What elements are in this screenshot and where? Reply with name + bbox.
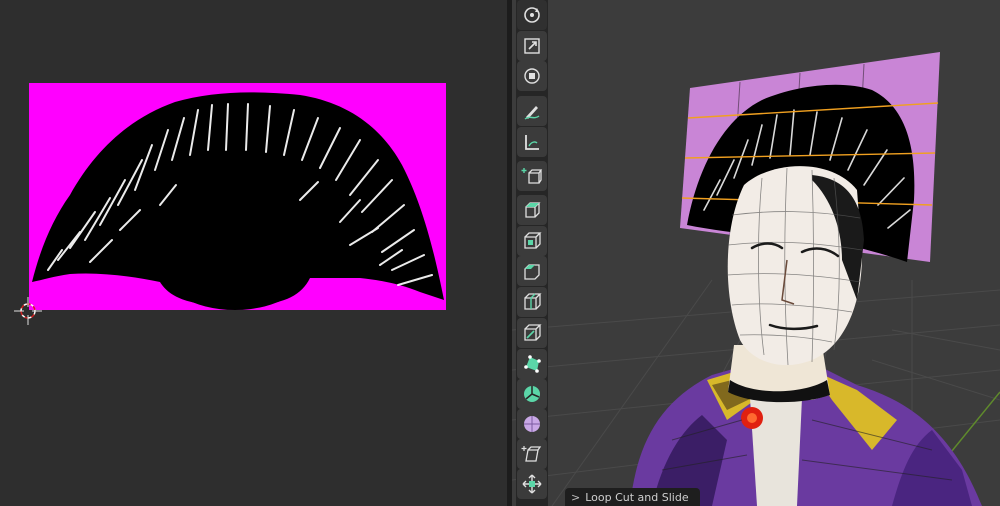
loop-cut-icon xyxy=(524,293,542,310)
shear-tool-button[interactable] xyxy=(517,439,547,469)
transform-tool-button[interactable] xyxy=(517,61,547,91)
poly-build-icon xyxy=(524,355,541,373)
transform-icon xyxy=(524,68,540,84)
knife-icon xyxy=(524,324,542,341)
bevel-icon xyxy=(524,264,540,280)
shear-icon xyxy=(521,446,542,462)
character-head[interactable] xyxy=(726,166,864,366)
inset-faces-tool-button[interactable] xyxy=(517,226,547,256)
annotate-icon xyxy=(524,106,540,120)
shrink-fatten-icon xyxy=(522,474,542,494)
add-cube-icon xyxy=(521,168,543,184)
extrude-icon xyxy=(525,202,541,218)
smooth-icon xyxy=(524,416,540,432)
rotate-tool-button[interactable] xyxy=(517,0,547,30)
smooth-tool-button[interactable] xyxy=(517,409,547,439)
spin-tool-button[interactable] xyxy=(517,379,547,409)
add-cube-tool-button[interactable] xyxy=(517,161,547,191)
scale-icon xyxy=(524,38,540,54)
chevron-right-icon[interactable]: > xyxy=(571,491,580,504)
tool-shelf xyxy=(516,0,548,506)
shrink-fatten-tool-button[interactable] xyxy=(517,469,547,499)
scale-tool-button[interactable] xyxy=(517,31,547,61)
viewport-scene[interactable] xyxy=(512,0,1000,506)
measure-tool-button[interactable] xyxy=(517,127,547,157)
operator-label: Loop Cut and Slide xyxy=(585,490,689,504)
loop-cut-tool-button[interactable] xyxy=(517,287,547,317)
uv-editor[interactable] xyxy=(0,0,507,506)
uv-texture-canvas[interactable] xyxy=(0,0,507,506)
3d-viewport[interactable] xyxy=(512,0,1000,506)
spin-icon xyxy=(524,386,540,402)
inset-icon xyxy=(524,232,542,249)
rotate-icon xyxy=(524,7,540,23)
poly-build-tool-button[interactable] xyxy=(517,349,547,379)
knife-tool-button[interactable] xyxy=(517,318,547,348)
measure-icon xyxy=(525,135,539,150)
extrude-region-tool-button[interactable] xyxy=(517,195,547,225)
last-operator-panel[interactable]: > Loop Cut and Slide xyxy=(565,488,700,506)
annotate-tool-button[interactable] xyxy=(517,96,547,126)
bevel-tool-button[interactable] xyxy=(517,256,547,286)
